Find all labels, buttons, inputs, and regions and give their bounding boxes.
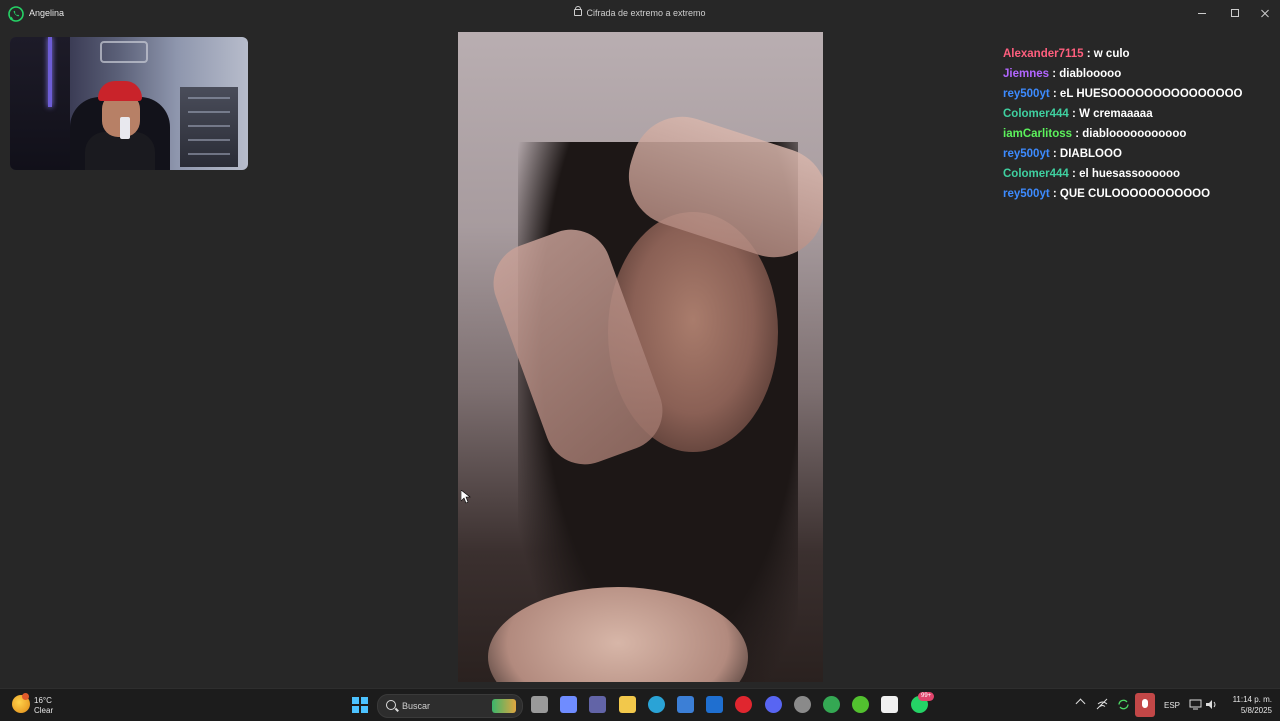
chat-text: diablooooooooooo <box>1082 128 1187 140</box>
search-highlight-icon <box>492 699 516 713</box>
opera-icon[interactable] <box>735 696 752 713</box>
chat-text: diablooooo <box>1059 68 1122 80</box>
chat-message: Colomer444 : el huesassoooooo <box>1003 168 1181 180</box>
close-button[interactable] <box>1250 3 1280 23</box>
minimize-button[interactable] <box>1187 3 1217 23</box>
chat-message: rey500yt : eL HUESOOOOOOOOOOOOOOO <box>1003 88 1243 100</box>
microphone-in-use-icon[interactable] <box>1135 693 1155 717</box>
network-off-icon[interactable] <box>1096 698 1109 711</box>
show-hidden-icons-chevron-icon[interactable] <box>1075 698 1086 709</box>
shelf <box>180 87 238 167</box>
remote-video-feed[interactable] <box>458 32 823 682</box>
encryption-status: Cifrada de extremo a extremo <box>0 6 1280 18</box>
background-wall <box>10 37 70 170</box>
display-icon[interactable] <box>1189 698 1202 711</box>
neon-light <box>48 37 52 107</box>
chat-message: rey500yt : QUE CULOOOOOOOOOOO <box>1003 188 1211 200</box>
search-icon <box>386 700 396 710</box>
chat-message: Alexander7115 : w culo <box>1003 48 1130 60</box>
windows-logo-icon <box>352 697 359 704</box>
maximize-button[interactable] <box>1219 3 1249 23</box>
red-cap <box>98 81 142 101</box>
chat-username: Alexander7115 <box>1003 48 1084 60</box>
start-button[interactable] <box>352 697 368 713</box>
chat-text: DIABLOOO <box>1059 148 1122 160</box>
encryption-label: Cifrada de extremo a extremo <box>586 8 706 18</box>
chat-username: Colomer444 <box>1003 108 1069 120</box>
weather-temperature[interactable]: 16°C <box>34 696 52 705</box>
chat-username: rey500yt <box>1003 148 1050 160</box>
weather-alert-badge <box>22 693 29 700</box>
chat-message: Colomer444 : W cremaaaaa <box>1003 108 1153 120</box>
search-placeholder: Buscar <box>402 701 431 711</box>
chat-username: rey500yt <box>1003 88 1050 100</box>
title-bar: Angelina Cifrada de extremo a extremo <box>0 0 1280 28</box>
settings-icon[interactable] <box>794 696 811 713</box>
store-icon[interactable] <box>677 696 694 713</box>
file-explorer-gray-icon[interactable] <box>531 696 548 713</box>
self-camera-preview[interactable] <box>10 37 248 170</box>
search-box[interactable]: Buscar <box>377 694 523 718</box>
copilot-icon[interactable] <box>560 696 577 713</box>
clock-date[interactable]: 5/8/2025 <box>1222 706 1272 715</box>
chat-text: w culo <box>1093 48 1130 60</box>
chrome-icon[interactable] <box>823 696 840 713</box>
edge-icon[interactable] <box>648 696 665 713</box>
volume-icon[interactable] <box>1205 698 1218 711</box>
sync-icon[interactable] <box>1117 698 1130 711</box>
chat-message: iamCarlitoss : diablooooooooooo <box>1003 128 1187 140</box>
chat-text: W cremaaaaa <box>1079 108 1153 120</box>
language-indicator[interactable]: ESP <box>1164 701 1180 710</box>
dev-app-icon[interactable] <box>706 696 723 713</box>
discord-icon[interactable] <box>765 696 782 713</box>
chat-username: iamCarlitoss <box>1003 128 1073 140</box>
chat-overlay: Alexander7115 : w culo Jiemnes : diablooo… <box>1003 44 1273 204</box>
app-dark-icon[interactable] <box>881 696 898 713</box>
lock-icon <box>574 6 583 16</box>
taskbar: 16°C Clear Buscar 99+ ESP 11:14 p. m. 5/… <box>0 688 1280 721</box>
drink-cup <box>120 117 130 139</box>
chat-text: el huesassoooooo <box>1079 168 1181 180</box>
wall-logo <box>100 41 148 63</box>
chat-text: eL HUESOOOOOOOOOOOOOOO <box>1059 88 1243 100</box>
whatsapp-notification-badge: 99+ <box>918 692 935 701</box>
chat-text: QUE CULOOOOOOOOOOO <box>1059 188 1211 200</box>
mouse-cursor-icon <box>461 490 471 504</box>
xbox-icon[interactable] <box>852 696 869 713</box>
chat-username: Jiemnes <box>1003 68 1050 80</box>
chat-username: Colomer444 <box>1003 168 1069 180</box>
clock-time[interactable]: 11:14 p. m. <box>1222 695 1272 704</box>
chat-username: rey500yt <box>1003 188 1050 200</box>
chat-message: rey500yt : DIABLOOO <box>1003 148 1122 160</box>
file-explorer-icon[interactable] <box>619 696 636 713</box>
weather-condition[interactable]: Clear <box>34 706 53 715</box>
teams-icon[interactable] <box>589 696 606 713</box>
chat-message: Jiemnes : diablooooo <box>1003 68 1122 80</box>
